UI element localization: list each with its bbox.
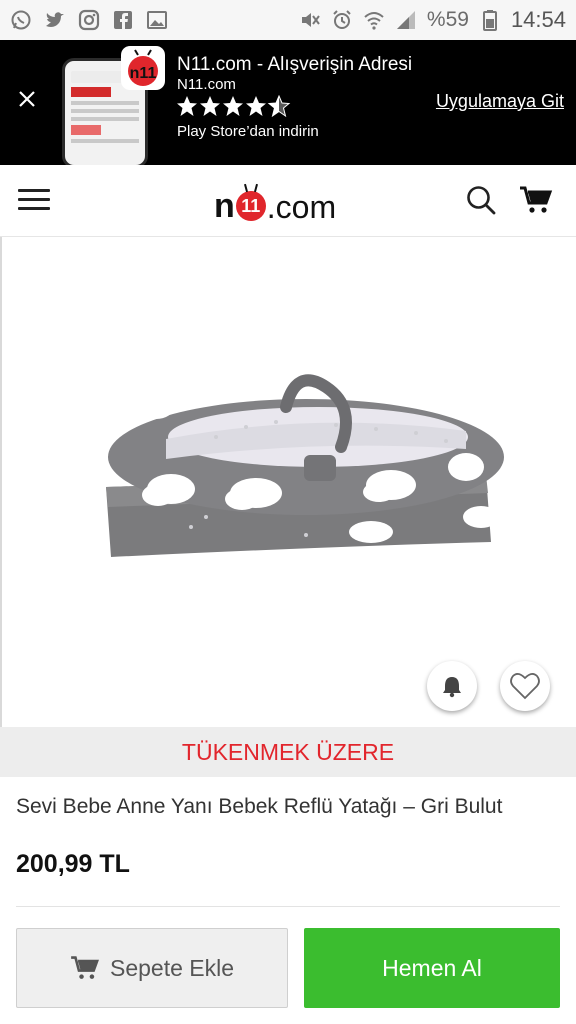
star-icon — [177, 96, 197, 116]
logo-prefix: n — [214, 187, 235, 225]
star-icon — [200, 96, 220, 116]
star-icon — [246, 96, 266, 116]
search-icon[interactable] — [466, 185, 496, 215]
product-gallery[interactable] — [0, 237, 576, 727]
logo-suffix: .com — [266, 189, 337, 225]
status-bar: %59 14:54 — [0, 0, 576, 40]
cart-icon[interactable] — [519, 185, 553, 215]
cart-icon — [71, 956, 99, 979]
add-to-cart-label: Sepete Ekle — [109, 954, 235, 981]
price-alarm-button[interactable] — [427, 661, 477, 711]
gallery-icon — [146, 9, 168, 31]
wifi-icon — [363, 9, 385, 31]
open-app-link[interactable]: Uygulamaya Git — [436, 91, 564, 112]
stock-status-banner: TÜKENMEK ÜZERE — [0, 727, 576, 777]
alarm-icon — [331, 9, 353, 31]
hamburger-menu-icon[interactable] — [18, 189, 50, 213]
mute-icon — [299, 9, 321, 31]
system-status: %59 14:54 — [299, 7, 566, 33]
twitter-icon — [44, 9, 66, 31]
site-logo[interactable]: n 11 .com — [214, 179, 336, 223]
whatsapp-icon — [10, 9, 32, 31]
app-logo-icon: n11 — [121, 46, 165, 90]
favorite-button[interactable] — [500, 661, 550, 711]
svg-text:n11: n11 — [130, 65, 157, 82]
notification-icons — [10, 9, 168, 31]
product-price: 200,99 TL — [16, 850, 130, 878]
buy-now-label: Hemen Al — [382, 954, 482, 981]
half-star-icon — [267, 95, 291, 118]
store-text: Play Store’dan indirin — [177, 123, 319, 140]
star-icon — [223, 96, 243, 116]
signal-icon — [395, 9, 417, 31]
site-header: n 11 .com — [0, 165, 576, 237]
add-to-cart-button[interactable]: Sepete Ekle — [16, 928, 288, 1008]
buy-now-button[interactable]: Hemen Al — [304, 928, 560, 1008]
battery-icon — [479, 9, 501, 31]
bell-icon — [443, 677, 461, 698]
logo-ladybug-badge: 11 — [235, 191, 266, 221]
product-title: Sevi Bebe Anne Yanı Bebek Reflü Yatağı –… — [16, 795, 503, 818]
product-image — [106, 374, 504, 557]
app-title: N11.com - Alışverişin Adresi — [177, 54, 413, 75]
clock: 14:54 — [510, 7, 566, 32]
battery-percentage: %59 — [426, 8, 469, 31]
rating-stars — [176, 95, 292, 119]
close-icon[interactable] — [16, 88, 38, 110]
app-subtitle: N11.com — [177, 76, 236, 93]
facebook-icon — [112, 9, 134, 31]
action-bar: Sepete Ekle Hemen Al — [0, 912, 576, 1024]
app-install-banner: n11 N11.com - Alışverişin Adresi N11.com… — [0, 40, 576, 168]
divider — [16, 906, 560, 907]
heart-icon — [510, 673, 540, 700]
instagram-icon — [78, 9, 100, 31]
